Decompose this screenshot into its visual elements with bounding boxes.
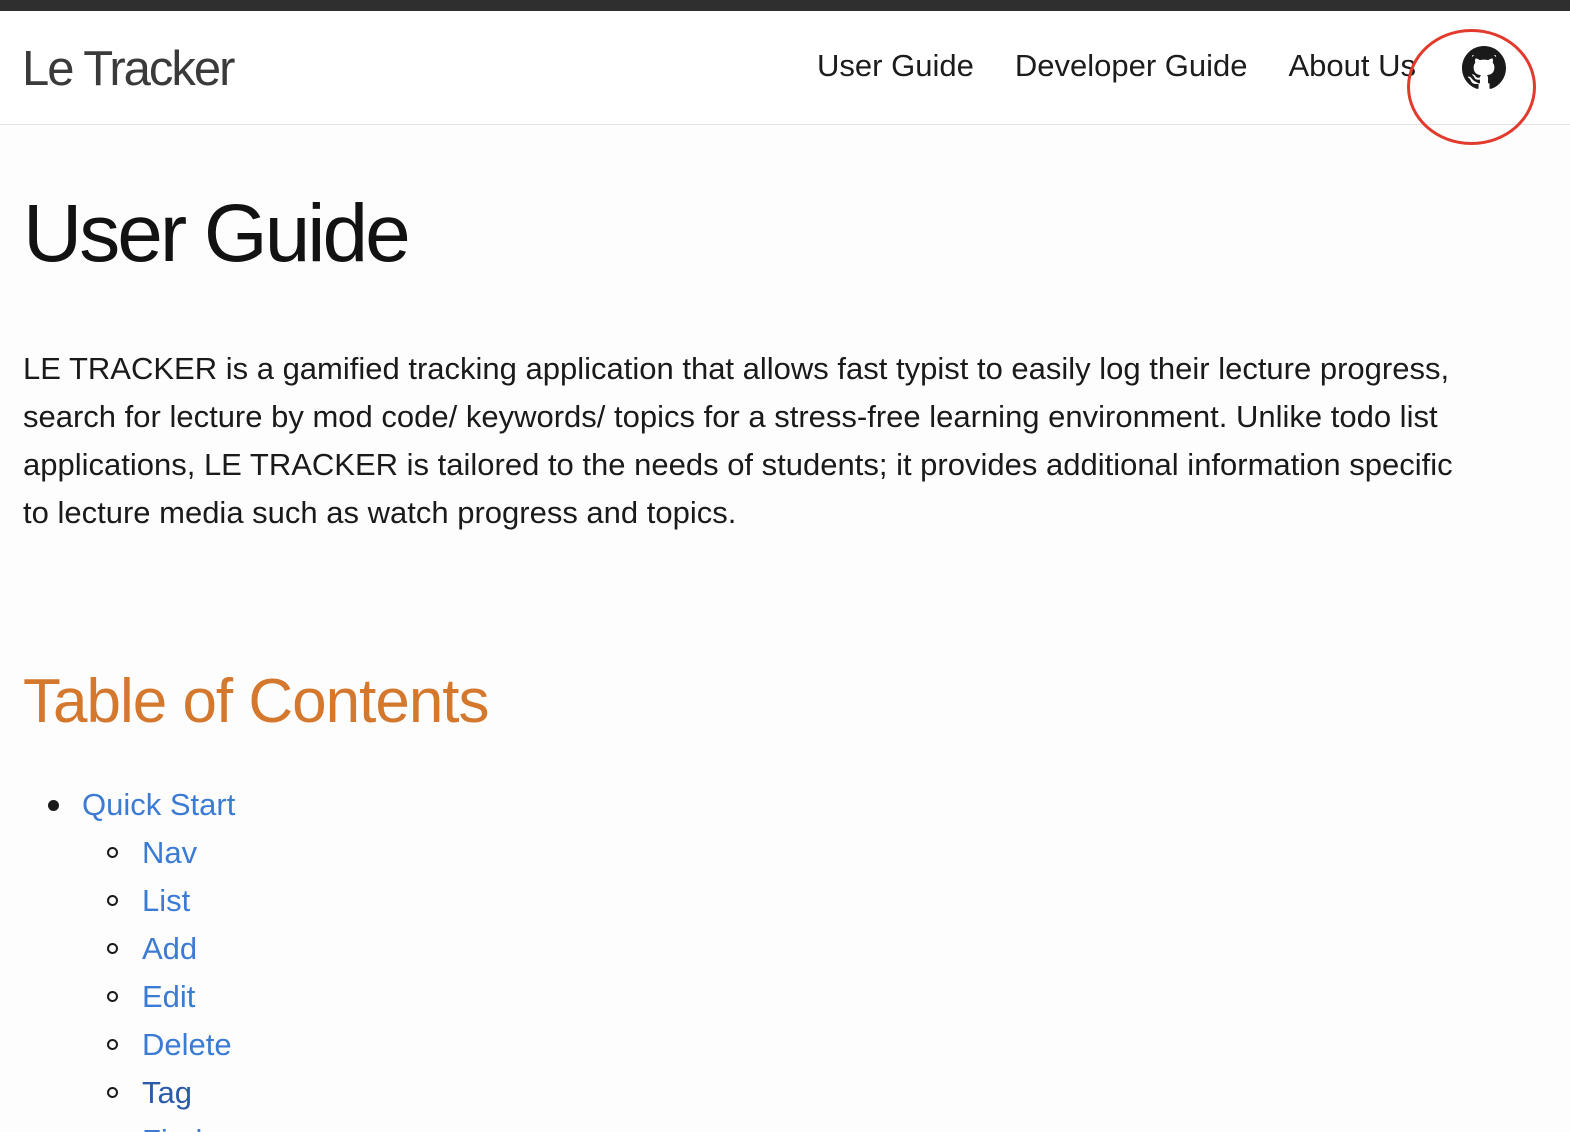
toc-sublist: Nav List Add Edit Delete Tag: [82, 829, 1570, 1132]
bullet-circle-icon: [107, 943, 118, 954]
toc-sub-item-list: List: [82, 877, 1570, 925]
nav-link-developer-guide[interactable]: Developer Guide: [1015, 48, 1248, 84]
toc-link-tag[interactable]: Tag: [142, 1075, 192, 1110]
toc-link-delete[interactable]: Delete: [142, 1027, 232, 1062]
bullet-circle-icon: [107, 847, 118, 858]
nav-link-about-us[interactable]: About Us: [1288, 48, 1416, 84]
toc-sub-item-find: Find: [82, 1117, 1570, 1132]
browser-top-strip: [0, 0, 1570, 11]
toc-link-quick-start[interactable]: Quick Start: [82, 787, 235, 822]
toc-link-edit[interactable]: Edit: [142, 979, 195, 1014]
bullet-circle-icon: [107, 1039, 118, 1050]
github-link[interactable]: [1452, 36, 1516, 100]
toc-heading: Table of Contents: [23, 667, 490, 736]
toc-sub-item-delete: Delete: [82, 1021, 1570, 1069]
toc-sub-item-tag: Tag: [82, 1069, 1570, 1117]
site-brand[interactable]: Le Tracker: [22, 41, 235, 97]
toc-link-add[interactable]: Add: [142, 931, 197, 966]
github-icon: [1462, 46, 1506, 89]
toc-link-nav[interactable]: Nav: [142, 835, 197, 870]
page-title: User Guide: [23, 188, 411, 279]
nav-links: User Guide Developer Guide About Us: [817, 11, 1570, 125]
toc-sub-item-add: Add: [82, 925, 1570, 973]
bullet-circle-icon: [107, 991, 118, 1002]
toc-link-list[interactable]: List: [142, 883, 190, 918]
toc-link-find[interactable]: Find: [142, 1123, 202, 1132]
intro-paragraph: LE TRACKER is a gamified tracking applic…: [23, 351, 1453, 530]
table-of-contents: Quick Start Nav List Add Edit Delete Tag: [23, 781, 1570, 1132]
navbar: Le Tracker User Guide Developer Guide Ab…: [0, 11, 1570, 125]
toc-sub-item-edit: Edit: [82, 973, 1570, 1021]
bullet-circle-icon: [107, 1087, 118, 1098]
toc-sub-item-nav: Nav: [82, 829, 1570, 877]
bullet-circle-icon: [107, 895, 118, 906]
main-content: User Guide LE TRACKER is a gamified trac…: [0, 193, 1570, 1132]
nav-link-user-guide[interactable]: User Guide: [817, 48, 974, 84]
toc-item-quick-start: Quick Start Nav List Add Edit Delete Tag: [23, 781, 1570, 1132]
bullet-disc-icon: [48, 800, 59, 811]
